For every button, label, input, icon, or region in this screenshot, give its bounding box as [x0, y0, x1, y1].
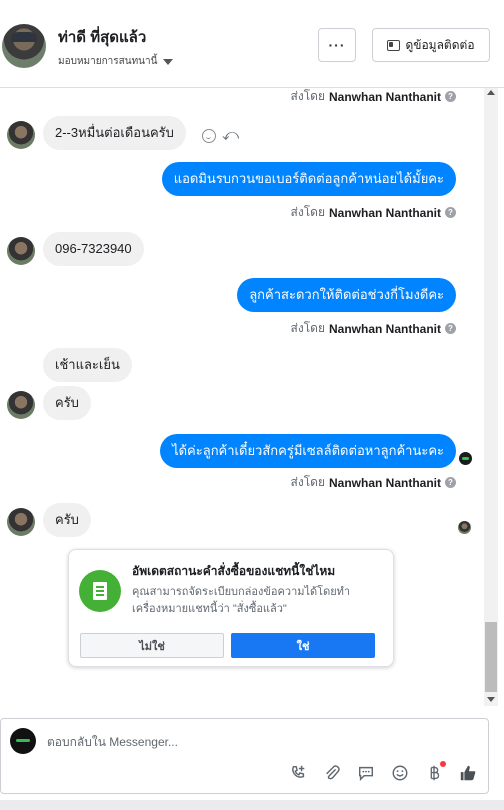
bottom-border: [0, 800, 504, 810]
outgoing-message[interactable]: ได้ค่ะลูกค้าเดี๋ยวสักครู่มีเซลล์ติดต่อหา…: [160, 434, 456, 468]
contact-name[interactable]: ท่าดี ที่สุดแล้ว: [58, 25, 146, 49]
help-icon[interactable]: ?: [445, 477, 456, 488]
help-icon[interactable]: ?: [445, 207, 456, 218]
sent-by-label: ส่งโดย Nanwhan Nanthanit ?: [291, 88, 456, 106]
prompt-title: อัพเดตสถานะคำสั่งซื้อของแชทนี้ใช่ไหม: [132, 564, 336, 578]
message-actions: ⤺: [202, 128, 239, 144]
contact-avatar[interactable]: [2, 24, 46, 68]
incoming-message[interactable]: เช้าและเย็น: [43, 348, 132, 382]
baht-icon[interactable]: [424, 761, 446, 783]
react-emoji-icon[interactable]: [202, 129, 216, 143]
contact-avatar-small: [7, 391, 35, 419]
chat-scrollbar[interactable]: [484, 88, 498, 706]
help-icon[interactable]: ?: [445, 323, 456, 334]
incoming-message[interactable]: ครับ: [43, 386, 91, 420]
building-icon: [79, 570, 121, 612]
phone-add-icon[interactable]: [288, 763, 308, 783]
notification-dot: [440, 761, 446, 767]
thumbs-up-icon[interactable]: [458, 763, 478, 783]
caret-down-icon: [163, 58, 174, 65]
scroll-thumb[interactable]: [485, 622, 497, 692]
view-contact-info-button[interactable]: ดูข้อมูลติดต่อ: [372, 28, 490, 62]
attachment-icon[interactable]: [322, 763, 342, 783]
contact-avatar-small: [7, 121, 35, 149]
scroll-up-arrow-icon[interactable]: [487, 90, 495, 95]
no-button[interactable]: ไม่ใช่: [80, 633, 224, 658]
contact-avatar-small: [7, 237, 35, 265]
prompt-description: คุณสามารถจัดระเบียบกล่องข้อความได้โดยทำเ…: [132, 586, 351, 615]
page-avatar: [10, 728, 36, 754]
view-contact-info-label: ดูข้อมูลติดต่อ: [405, 37, 475, 52]
reply-input[interactable]: [47, 735, 427, 749]
seen-avatar: [459, 452, 472, 465]
sent-by-label: ส่งโดย Nanwhan Nanthanit ?: [291, 203, 456, 222]
outgoing-message[interactable]: แอดมินรบกวนขอเบอร์ติดต่อลูกค้าหน่อยได้มั…: [161, 162, 456, 196]
chat-bubble-icon[interactable]: [356, 763, 376, 783]
sent-by-label: ส่งโดย Nanwhan Nanthanit ?: [291, 319, 456, 338]
composer-toolbar: [288, 761, 478, 783]
assign-label: มอบหมายการสนทนานี้: [58, 56, 158, 67]
incoming-message[interactable]: 2--3หมื่นต่อเดือนครับ: [43, 116, 186, 150]
contact-card-icon: [387, 39, 401, 51]
assign-conversation-dropdown[interactable]: มอบหมายการสนทนานี้: [58, 54, 174, 69]
help-icon[interactable]: ?: [445, 91, 456, 102]
yes-button[interactable]: ใช่: [231, 633, 375, 658]
reply-icon[interactable]: ⤺: [222, 128, 239, 144]
incoming-message[interactable]: ครับ: [43, 503, 91, 537]
more-options-button[interactable]: ···: [318, 28, 356, 62]
scroll-down-arrow-icon[interactable]: [487, 697, 495, 702]
sent-by-label: ส่งโดย Nanwhan Nanthanit ?: [291, 473, 456, 492]
read-receipt-avatar: [458, 521, 471, 534]
order-status-prompt: อัพเดตสถานะคำสั่งซื้อของแชทนี้ใช่ไหม คุณ…: [68, 549, 394, 667]
emoji-icon[interactable]: [390, 763, 410, 783]
contact-avatar-small: [7, 508, 35, 536]
outgoing-message[interactable]: ลูกค้าสะดวกให้ติดต่อช่วงกี่โมงดีคะ: [237, 278, 456, 312]
conversation-header: ท่าดี ที่สุดแล้ว มอบหมายการสนทนานี้ ··· …: [0, 0, 504, 88]
reply-composer: [0, 718, 489, 794]
incoming-message[interactable]: 096-7323940: [43, 232, 144, 266]
